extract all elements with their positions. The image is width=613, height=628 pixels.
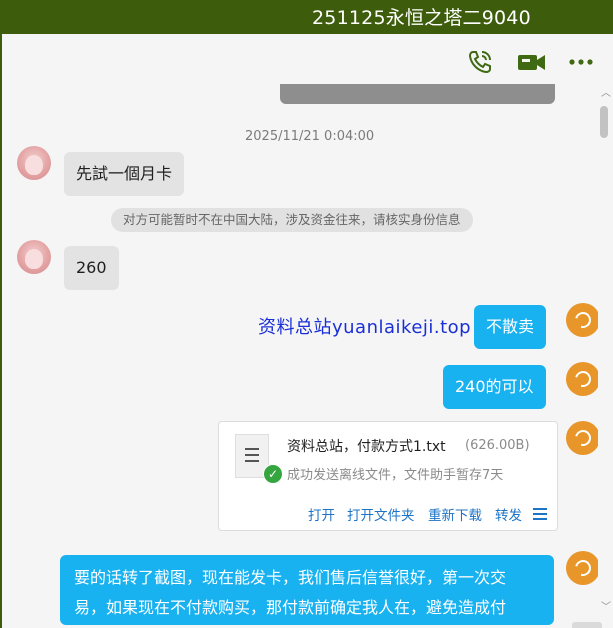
chevron-up-icon[interactable]: ︿ bbox=[601, 84, 611, 99]
user-avatar[interactable] bbox=[566, 421, 598, 455]
file-size: (626.00B) bbox=[465, 438, 530, 453]
chat-scrollbar[interactable]: ︿ ﹀ bbox=[598, 84, 613, 628]
message-line: 要的话转了截图，现在能发卡，我们售后信誉很好，第一次交 bbox=[74, 568, 507, 587]
message-bubble-outgoing: 240的可以 bbox=[443, 365, 546, 409]
user-avatar[interactable] bbox=[566, 362, 598, 396]
security-notice: 对方可能暂时不在中国大陆，涉及资金往来，请核实身份信息 bbox=[111, 208, 473, 232]
chevron-down-icon[interactable]: ﹀ bbox=[601, 598, 611, 613]
file-actions: 打开 打开文件夹 重新下载 转发 bbox=[219, 504, 557, 524]
scroll-thumb[interactable] bbox=[600, 106, 608, 138]
window-title: 251125永恒之塔二9040 bbox=[312, 7, 531, 29]
file-message-card: ✓ 资料总站，付款方式1.txt (626.00B) 成功发送离线文件，文件助手… bbox=[218, 421, 558, 531]
message-timestamp: 2025/11/21 0:04:00 bbox=[245, 129, 375, 144]
menu-icon[interactable] bbox=[533, 508, 547, 520]
check-icon: ✓ bbox=[263, 464, 283, 484]
file-status: 成功发送离线文件，文件助手暂存7天 bbox=[287, 468, 504, 483]
title-bar: 251125永恒之塔二9040 bbox=[0, 0, 613, 34]
input-area-edge bbox=[572, 622, 602, 628]
file-name: 资料总站，付款方式1.txt bbox=[287, 439, 446, 455]
forward-link[interactable]: 转发 bbox=[495, 504, 522, 524]
chat-history[interactable]: 0.5MB 2025/11/21 0:04:00 先試一個月卡 对方可能暂时不在… bbox=[2, 84, 598, 628]
phone-call-icon[interactable] bbox=[466, 48, 494, 76]
user-avatar[interactable] bbox=[566, 303, 598, 337]
chat-toolbar bbox=[2, 34, 613, 86]
video-call-icon[interactable] bbox=[516, 48, 545, 76]
user-avatar[interactable] bbox=[566, 551, 598, 585]
previous-message-tail: 0.5MB bbox=[280, 84, 555, 104]
watermark-text: 资料总站yuanlaikeji.top bbox=[258, 317, 472, 338]
open-file-link[interactable]: 打开 bbox=[308, 504, 335, 524]
message-line: 易，如果现在不付款购买，那付款前确定我人在，避免造成付 bbox=[74, 598, 507, 617]
open-folder-link[interactable]: 打开文件夹 bbox=[347, 504, 415, 524]
message-bubble-outgoing: 不散卖 bbox=[474, 305, 547, 349]
contact-avatar[interactable] bbox=[17, 146, 51, 180]
contact-avatar[interactable] bbox=[17, 240, 51, 274]
message-bubble-incoming: 先試一個月卡 bbox=[64, 152, 185, 196]
redownload-link[interactable]: 重新下载 bbox=[428, 504, 482, 524]
more-icon[interactable] bbox=[568, 48, 596, 76]
message-bubble-outgoing: 要的话转了截图，现在能发卡，我们售后信誉很好，第一次交 易，如果现在不付款购买，… bbox=[60, 555, 554, 625]
message-bubble-incoming: 260 bbox=[64, 246, 119, 290]
